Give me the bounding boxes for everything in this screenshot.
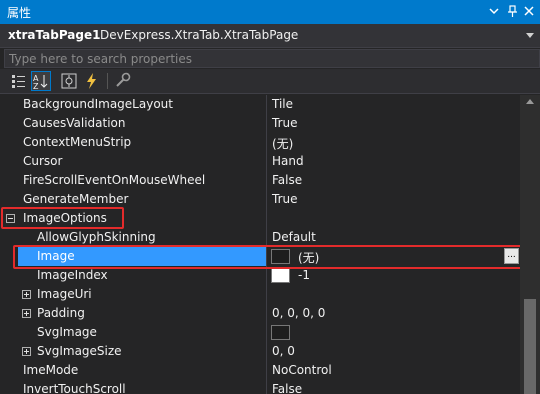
property-row[interactable]: FireScrollEventOnMouseWheel False — [0, 171, 520, 190]
property-toolbar: AZ — [0, 69, 540, 94]
property-row[interactable]: SvgImageSize 0, 0 — [0, 342, 520, 361]
image-index-swatch — [271, 268, 290, 283]
close-icon[interactable] — [522, 4, 536, 18]
panel-titlebar: 属性 — [0, 0, 540, 24]
property-search[interactable] — [4, 49, 540, 68]
search-input[interactable] — [5, 50, 539, 67]
property-name: SvgImage — [37, 325, 97, 339]
property-name: ImageIndex — [37, 268, 108, 282]
property-name: GenerateMember — [23, 192, 129, 206]
property-name: AllowGlyphSkinning — [37, 230, 156, 244]
property-pages-icon[interactable] — [113, 71, 133, 91]
image-row-highlight-box — [13, 245, 527, 269]
property-name: FireScrollEventOnMouseWheel — [23, 173, 206, 187]
property-row[interactable]: ImeMode NoControl — [0, 361, 520, 380]
property-value[interactable]: 0, 0, 0, 0 — [272, 306, 325, 320]
scrollbar-thumb[interactable] — [524, 299, 536, 394]
imageoptions-highlight-box — [1, 207, 124, 229]
toolbar-separator — [107, 73, 108, 89]
chevron-down-icon[interactable] — [526, 33, 534, 38]
events-icon[interactable] — [82, 71, 102, 91]
property-name: ImeMode — [23, 363, 79, 377]
property-name: SvgImageSize — [37, 344, 122, 358]
properties-icon[interactable] — [59, 71, 79, 91]
property-value[interactable]: (无) — [272, 135, 293, 152]
property-row[interactable]: SvgImage — [0, 323, 520, 342]
property-row[interactable]: InvertTouchScroll False — [0, 380, 520, 394]
pin-icon[interactable] — [505, 4, 519, 18]
property-name: BackgroundImageLayout — [23, 97, 173, 111]
property-value[interactable]: True — [272, 116, 298, 130]
chevron-down-icon[interactable] — [487, 4, 501, 18]
expand-icon[interactable] — [22, 309, 31, 318]
property-row[interactable]: Cursor Hand — [0, 152, 520, 171]
property-row[interactable]: ImageUri — [0, 285, 520, 304]
expand-icon[interactable] — [22, 347, 31, 356]
object-selector[interactable]: xtraTabPage1 DevExpress.XtraTab.XtraTabP… — [0, 24, 540, 48]
property-value[interactable]: Hand — [272, 154, 304, 168]
property-value[interactable]: NoControl — [272, 363, 332, 377]
property-name: ContextMenuStrip — [23, 135, 132, 149]
vertical-scrollbar[interactable] — [520, 95, 540, 394]
alphabetical-icon[interactable]: AZ — [31, 71, 51, 91]
property-name: Padding — [37, 306, 85, 320]
property-value[interactable]: False — [272, 382, 302, 394]
property-value[interactable]: 0, 0 — [272, 344, 295, 358]
categorized-icon[interactable] — [9, 71, 29, 91]
property-name: CausesValidation — [23, 116, 126, 130]
property-value[interactable]: Default — [272, 230, 316, 244]
property-row[interactable]: BackgroundImageLayout Tile — [0, 95, 520, 114]
property-row[interactable]: CausesValidation True — [0, 114, 520, 133]
svg-image-swatch — [271, 325, 290, 340]
svg-text:Z: Z — [33, 82, 39, 90]
property-name: InvertTouchScroll — [23, 382, 126, 394]
property-name: Cursor — [23, 154, 63, 168]
property-row[interactable]: ContextMenuStrip (无) — [0, 133, 520, 152]
object-type: DevExpress.XtraTab.XtraTabPage — [100, 28, 299, 42]
property-value[interactable]: True — [272, 192, 298, 206]
property-name: ImageUri — [37, 287, 92, 301]
scroll-up-icon[interactable] — [526, 99, 534, 104]
object-name: xtraTabPage1 — [8, 28, 101, 42]
expand-icon[interactable] — [22, 290, 31, 299]
property-value[interactable]: False — [272, 173, 302, 187]
property-value[interactable]: -1 — [298, 268, 310, 282]
property-value[interactable]: Tile — [272, 97, 293, 111]
property-row[interactable]: Padding 0, 0, 0, 0 — [0, 304, 520, 323]
panel-title: 属性 — [7, 6, 32, 20]
